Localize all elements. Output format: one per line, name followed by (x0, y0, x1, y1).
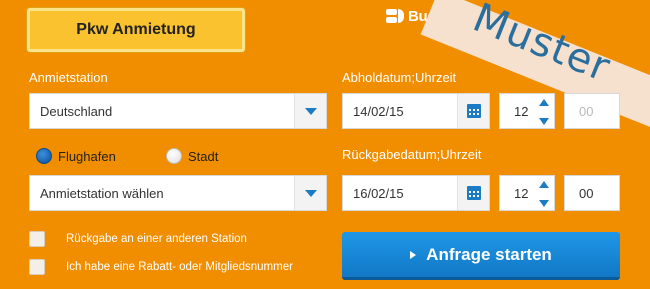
arrow-down-icon[interactable] (539, 200, 549, 207)
station-select[interactable]: Anmietstation wählen (29, 175, 327, 211)
return-date-value: 16/02/15 (353, 185, 404, 201)
return-other-station-checkbox[interactable] (29, 231, 45, 247)
return-other-station-label: Rückgabe an einer anderen Station (66, 233, 247, 245)
return-date-field[interactable]: 16/02/15 (342, 175, 490, 211)
pickup-minute-stepper[interactable]: 00 (564, 93, 620, 129)
calendar-icon[interactable] (457, 94, 489, 128)
radio-airport[interactable] (36, 148, 52, 164)
tab-car-rental[interactable]: Pkw Anmietung (27, 8, 245, 52)
chevron-down-icon[interactable] (294, 94, 326, 128)
radio-airport-label: Flughafen (58, 149, 116, 164)
pickup-datetime-label: Abholdatum;Uhrzeit (342, 70, 457, 85)
pickup-station-label: Anmietstation (29, 70, 108, 85)
return-minute-stepper[interactable]: 00 (564, 175, 620, 211)
submit-request-button[interactable]: Anfrage starten (342, 232, 620, 280)
budget-logo-icon (386, 9, 404, 23)
station-select-value: Anmietstation wählen (40, 185, 164, 201)
radio-city[interactable] (166, 148, 182, 164)
country-select[interactable]: Deutschland (29, 93, 327, 129)
pickup-hour-stepper[interactable]: 12 (499, 93, 555, 129)
submit-request-label: Anfrage starten (426, 244, 552, 264)
return-hour-stepper[interactable]: 12 (499, 175, 555, 211)
pickup-date-value: 14/02/15 (353, 103, 404, 119)
chevron-down-icon[interactable] (294, 176, 326, 210)
return-datetime-label: Rückgabedatum;Uhrzeit (342, 147, 482, 162)
tab-label: Pkw Anmietung (76, 21, 196, 38)
pickup-hour-value: 12 (514, 103, 529, 119)
pickup-date-field[interactable]: 14/02/15 (342, 93, 490, 129)
play-icon (410, 250, 417, 259)
radio-city-label: Stadt (188, 149, 219, 164)
return-hour-value: 12 (514, 185, 529, 201)
pickup-minute-value: 00 (579, 103, 594, 119)
discount-member-checkbox[interactable] (29, 259, 45, 275)
calendar-icon[interactable] (457, 176, 489, 210)
return-minute-value: 00 (579, 185, 594, 201)
arrow-up-icon[interactable] (539, 99, 549, 106)
arrow-down-icon[interactable] (539, 118, 549, 125)
country-select-value: Deutschland (40, 103, 113, 119)
arrow-up-icon[interactable] (539, 181, 549, 188)
discount-member-label: Ich habe eine Rabatt- oder Mitgliedsnumm… (66, 261, 293, 273)
